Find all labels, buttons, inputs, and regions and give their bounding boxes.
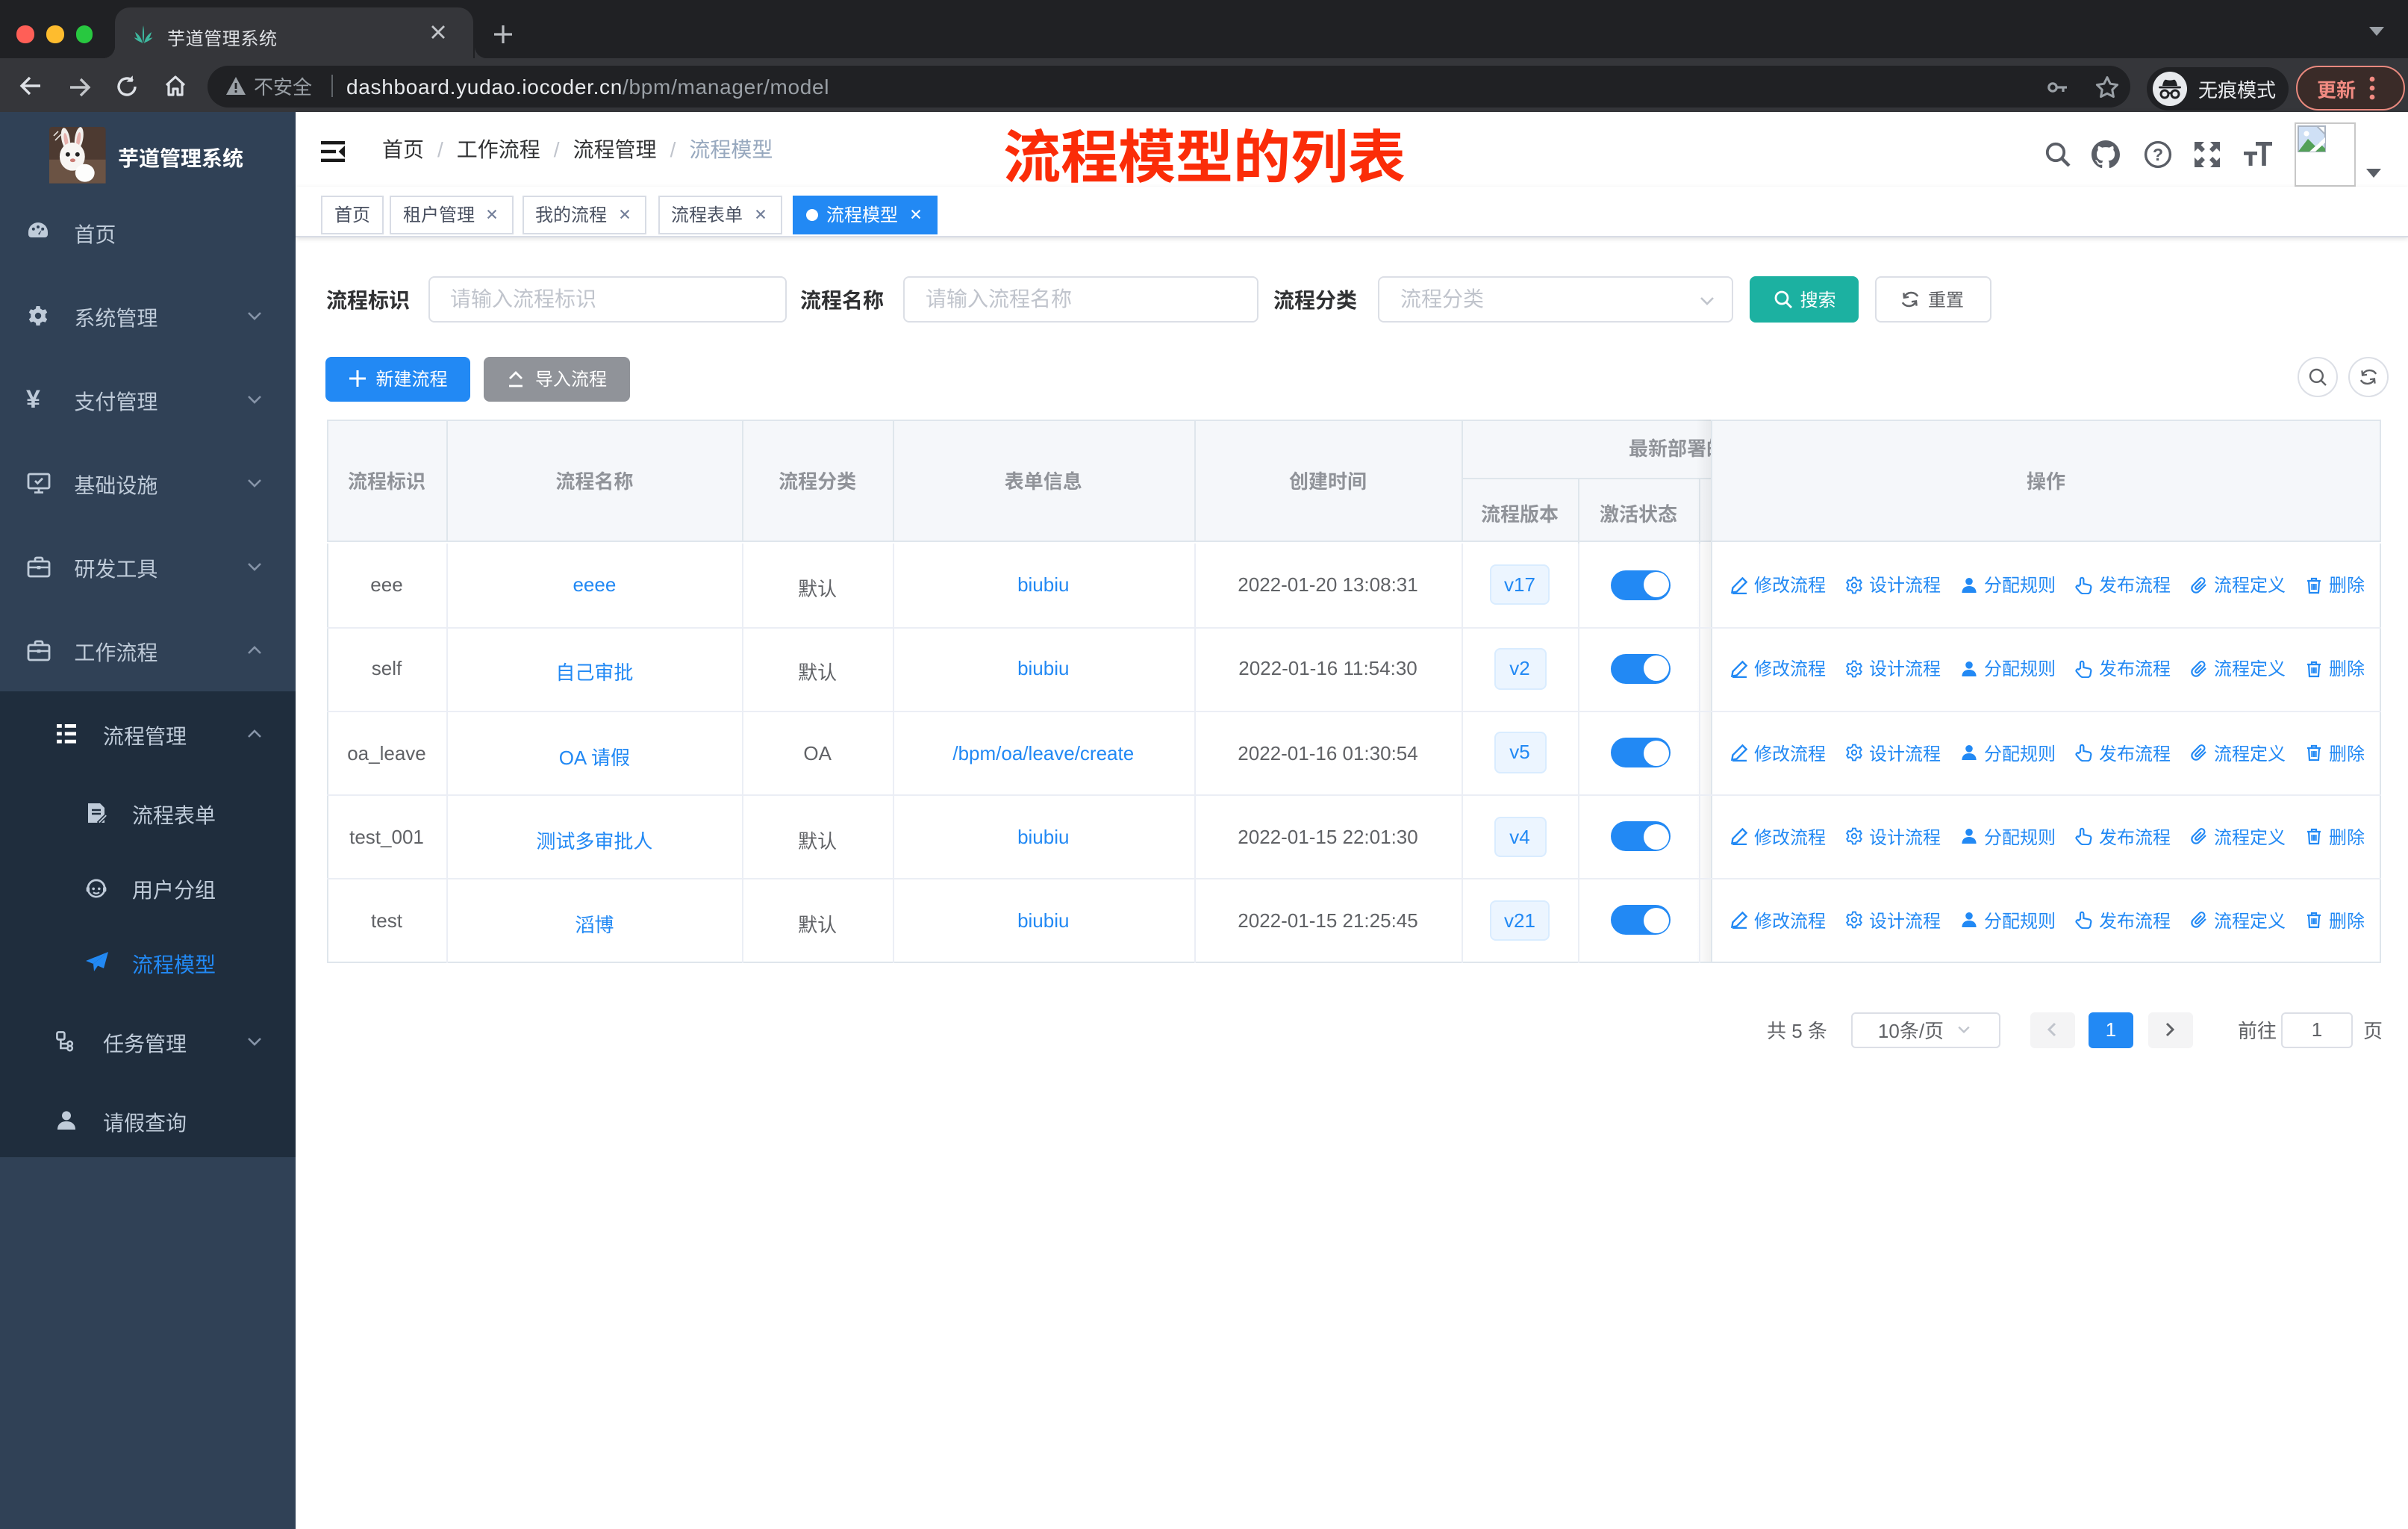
svg-text:?: ? [2153, 145, 2163, 164]
